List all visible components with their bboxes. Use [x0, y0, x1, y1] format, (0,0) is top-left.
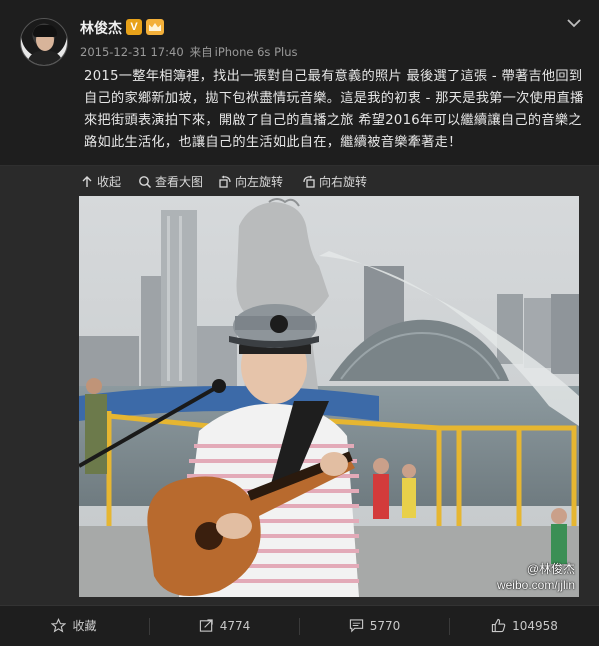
rotate-left-label: 向左旋转 — [235, 175, 284, 189]
rotate-left-button[interactable]: 向左旋转 — [218, 173, 283, 190]
star-icon — [51, 618, 67, 633]
username[interactable]: 林俊杰 — [80, 18, 122, 38]
like-count: 104958 — [512, 619, 558, 633]
street-performance-photo — [79, 196, 579, 597]
post-source[interactable]: iPhone 6s Plus — [215, 45, 298, 59]
repost-button[interactable]: 4774 — [150, 606, 299, 646]
rotate-right-icon — [303, 175, 315, 188]
chevron-down-icon[interactable] — [567, 18, 581, 28]
thumbs-up-icon — [491, 618, 506, 633]
post-timestamp[interactable]: 2015-12-31 17:40 — [80, 45, 184, 59]
verified-badge-icon[interactable]: V — [126, 19, 142, 35]
comment-icon — [349, 619, 363, 633]
collapse-up-icon — [82, 176, 92, 187]
favorite-label: 收藏 — [72, 619, 97, 633]
member-crown-icon[interactable] — [146, 19, 164, 35]
post-meta: 2015-12-31 17:40 来自 iPhone 6s Plus — [80, 44, 304, 60]
avatar[interactable] — [20, 18, 68, 66]
view-large-button[interactable]: 查看大图 — [138, 173, 203, 190]
magnifier-icon — [139, 176, 152, 189]
rotate-right-button[interactable]: 向右旋转 — [302, 173, 367, 190]
repost-icon — [199, 619, 213, 632]
collapse-label: 收起 — [97, 175, 122, 189]
favorite-button[interactable]: 收藏 — [0, 606, 148, 646]
post-photo[interactable]: @林俊杰 weibo.com/jjlin — [79, 196, 579, 597]
avatar-hair — [33, 25, 57, 37]
comment-button[interactable]: 5770 — [300, 606, 449, 646]
collapse-button[interactable]: 收起 — [80, 173, 121, 190]
watermark-url: weibo.com/jjlin — [496, 578, 575, 592]
rotate-left-icon — [219, 175, 231, 188]
view-large-label: 查看大图 — [155, 175, 204, 189]
watermark-handle: @林俊杰 — [526, 562, 575, 576]
avatar-shirt — [27, 51, 63, 65]
source-prefix: 来自 — [189, 45, 213, 59]
rotate-right-label: 向右旋转 — [319, 175, 368, 189]
post-footer: 收藏 4774 5770 104958 — [0, 605, 599, 646]
post-text: 2015一整年相簿裡，找出一張對自己最有意義的照片 最後選了這張 - 帶著吉他回… — [84, 69, 584, 150]
photo-watermark: @林俊杰 weibo.com/jjlin — [497, 561, 575, 593]
comment-count: 5770 — [369, 619, 401, 633]
repost-count: 4774 — [219, 619, 251, 633]
like-button[interactable]: 104958 — [450, 606, 599, 646]
weibo-post: 林俊杰 V 2015-12-31 17:40 来自 iPhone 6s Plus 2… — [0, 0, 599, 646]
media-toolbar: 收起 查看大图 向左旋转 向右旋转 — [0, 165, 599, 195]
